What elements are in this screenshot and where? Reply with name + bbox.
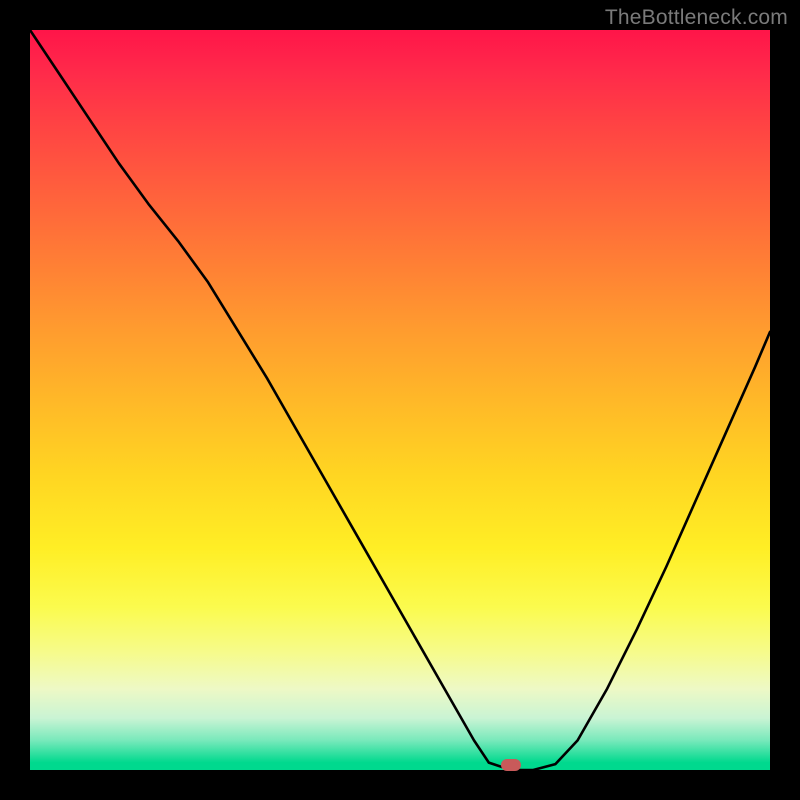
chart-frame: TheBottleneck.com <box>0 0 800 800</box>
bottleneck-curve <box>30 30 770 770</box>
chart-plot-area <box>30 30 770 770</box>
optimal-point-marker <box>501 759 521 771</box>
curve-path <box>30 30 770 770</box>
watermark-text: TheBottleneck.com <box>605 6 788 30</box>
